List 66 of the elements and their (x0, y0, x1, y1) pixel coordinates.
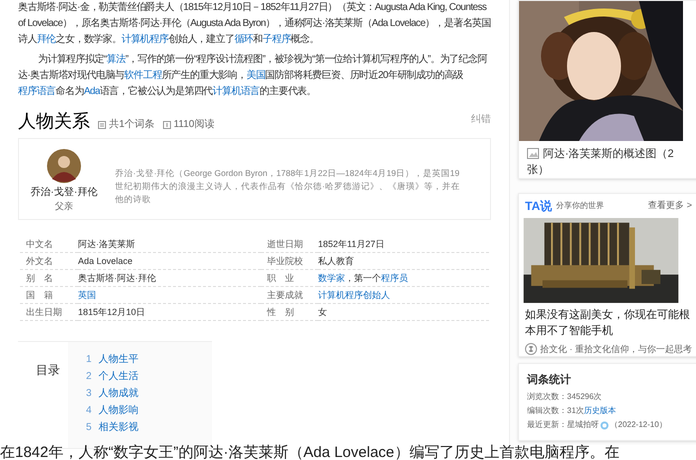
field-label: 职 业 (261, 270, 318, 287)
paragraph: 在1842年，人称“数字女王”的阿达·洛芙莱斯（Ada Lovelace）编写了历史上首款电脑程序。在 (0, 443, 620, 460)
history-link[interactable]: 历史版本 (584, 405, 616, 417)
stats-heading: 词条统计 (527, 372, 572, 388)
paragraph: 奥古斯塔·阿达·金，勒芙蕾丝伯爵夫人（1815年12月10日－1852年11月27日）（英文：Augusta Ada King, Countess of Lovelace），原名奥古斯塔·阿达·拜伦（Augusta Ada Byron），通称阿达·洛芙莱斯（Ada Lovelace），是著名英国诗人拜伦之女，数学家。计算机程序创始人，建立了循环和子程序概念。 (18, 0, 491, 47)
stat-text: 最近更新：星城拍呀 (527, 419, 599, 431)
toc-heading: 目录 (36, 362, 60, 377)
stat-text: 编辑次数：31次 (527, 405, 584, 417)
section-heading: 人物关系 (18, 110, 90, 132)
toc-link[interactable]: 5 相关影视 (86, 419, 139, 436)
relation-card[interactable]: 乔治·戈登·拜伦 父亲 乔治·戈登·拜伦（George Gordon Byron，1788年1月22日—1824年4月19日），是英国19世纪初期伟大的浪漫主义诗人，代表作品有《恰尔德·哈罗德游记》、《唐璜》等，并在他的诗歌 (18, 138, 491, 220)
link[interactable]: 拜伦 (36, 34, 56, 45)
field-label: 国 籍 (20, 287, 78, 304)
report-link[interactable]: 纠错 (471, 112, 491, 127)
field-label: 毕业院校 (261, 253, 318, 270)
field-label: 出生日期 (20, 304, 78, 321)
toc-link[interactable]: 2 个人生活 (86, 368, 139, 385)
see-more-link[interactable]: 查看更多 > (648, 199, 692, 213)
person-description: 乔治·戈登·拜伦（George Gordon Byron，1788年1月22日—1824年4月19日），是英国19世纪初期伟大的浪漫主义诗人，代表作品有《恰尔德·哈罗德游记》、《唐璜》等，并在他的诗歌 (114, 167, 461, 206)
link[interactable]: 子程序 (262, 34, 291, 45)
ta-logo: TA说 (525, 198, 552, 215)
field-label: 逝世日期 (261, 236, 318, 253)
verified-badge-icon (600, 420, 609, 430)
link[interactable]: 计算机程序创始人 (318, 290, 390, 300)
link[interactable]: 软件工程 (124, 70, 162, 81)
relation-label: 父亲 (55, 200, 73, 212)
field-value: 数学家，第一个程序员 (318, 270, 489, 287)
link[interactable]: 程序语言 (18, 86, 56, 97)
avatar (47, 149, 81, 183)
field-label: 别 名 (20, 270, 78, 287)
link[interactable]: Ada (84, 86, 100, 97)
stat-text: （2022-12-10） (610, 419, 667, 431)
field-label: 外文名 (20, 253, 78, 270)
entry-count: 共1个词条 (109, 118, 155, 132)
field-value: 阿达·洛芙莱斯 (78, 236, 261, 253)
album-caption[interactable]: 阿达·洛芙莱斯的概述图（2张） (527, 146, 690, 178)
field-value: 奥古斯塔·阿达·拜伦 (78, 270, 261, 287)
read-count: 1110阅读 (174, 118, 214, 132)
field-value: Ada Lovelace (78, 253, 261, 270)
link[interactable]: 算法 (106, 54, 126, 65)
field-value: 女 (318, 304, 489, 321)
link[interactable]: 计算机程序 (121, 34, 168, 45)
link[interactable]: 数学家 (318, 273, 345, 283)
link[interactable]: 英国 (78, 290, 96, 300)
image-icon (527, 148, 539, 159)
link[interactable]: 计算机语言 (212, 86, 260, 97)
toc-link[interactable]: 1 人物生平 (86, 351, 139, 368)
article-title[interactable]: 如果没有这副美女，你现在可能根本用不了智能手机 (519, 302, 696, 338)
document-icon (98, 120, 106, 128)
person-name[interactable]: 乔治·戈登·拜伦 (30, 186, 98, 200)
field-label: 中文名 (20, 236, 78, 253)
paragraph: 为计算程序拟定“算法”，写作的第一份“程序设计流程图”，被珍视为“第一位给计算机写程序的人”。为了纪念阿达·奥古斯塔对现代电脑与软件工程所产生的重大影响，美国国防部将耗费巨资、历时近20年研制成功的高级 程序语言命名为Ada语言，它被公认为是第四代计算机语言的主要代表。 (18, 52, 488, 99)
album-card[interactable]: 阿达·洛芙莱斯的概述图（2张） (518, 0, 696, 179)
link[interactable]: 美国 (246, 70, 266, 81)
link[interactable]: 程序员 (381, 273, 408, 283)
source-text: 拾文化 · 重拾文化信仰，与你一起思考 (540, 342, 692, 356)
toc-link[interactable]: 3 人物成就 (86, 385, 139, 402)
field-value: 1815年12月10日 (78, 304, 261, 321)
field-label: 主要成就 (261, 287, 318, 304)
tagline: 分享你的世界 (556, 200, 604, 212)
link[interactable]: 循环 (234, 34, 254, 45)
toc-link[interactable]: 4 人物影响 (86, 402, 139, 419)
field-value: 私人教育 (318, 253, 489, 270)
stat-text: 浏览次数：345296次 (527, 391, 602, 403)
field-value: 1852年11月27日 (318, 236, 489, 253)
field-label: 性 别 (261, 304, 318, 321)
